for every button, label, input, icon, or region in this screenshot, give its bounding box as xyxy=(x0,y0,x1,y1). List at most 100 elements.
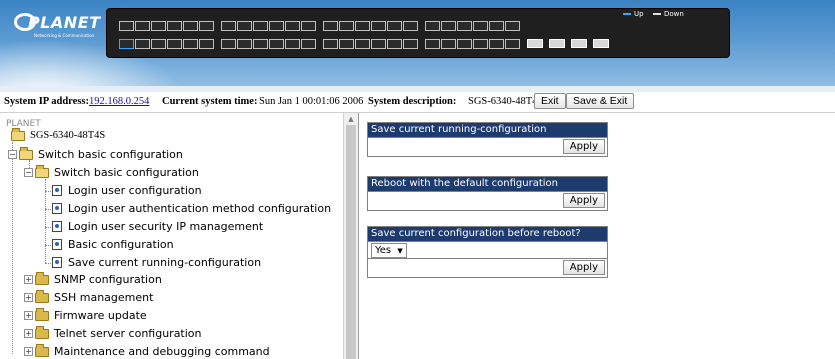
tree-item-snmp[interactable]: + SNMP configuration xyxy=(24,271,162,286)
tree-item-login-security-ip[interactable]: Login user security IP management xyxy=(52,220,263,233)
collapse-icon[interactable]: − xyxy=(8,150,17,159)
scroll-up-arrow-icon[interactable]: ▲ xyxy=(344,115,358,123)
tree-item-basic-configuration[interactable]: Basic configuration xyxy=(52,238,174,251)
sfp-port-51[interactable] xyxy=(571,39,587,48)
port-48[interactable] xyxy=(505,39,520,49)
tree-device-label: SGS-6340-48T4S xyxy=(30,130,106,141)
sfp-port-50[interactable] xyxy=(549,39,565,48)
tree-connector xyxy=(45,191,51,192)
port-17[interactable] xyxy=(253,21,268,31)
port-45[interactable] xyxy=(489,21,504,31)
apply-button[interactable]: Apply xyxy=(562,139,605,154)
logo-text: PLANET xyxy=(28,12,101,32)
port-7[interactable] xyxy=(167,21,182,31)
port-28[interactable] xyxy=(339,39,354,49)
port-20[interactable] xyxy=(269,39,284,49)
sfp-port-52[interactable] xyxy=(593,39,609,48)
port-18[interactable] xyxy=(253,39,268,49)
page-icon xyxy=(52,185,62,196)
port-27[interactable] xyxy=(339,21,354,31)
port-39[interactable] xyxy=(441,21,456,31)
tree-item-login-user-config[interactable]: Login user configuration xyxy=(52,184,202,197)
expand-icon[interactable]: + xyxy=(24,293,33,302)
port-12[interactable] xyxy=(199,39,214,49)
port-43[interactable] xyxy=(473,21,488,31)
port-4[interactable] xyxy=(135,39,150,49)
port-40[interactable] xyxy=(441,39,456,49)
port-24[interactable] xyxy=(301,39,316,49)
port-6[interactable] xyxy=(151,39,166,49)
port-30[interactable] xyxy=(355,39,370,49)
tree-item-firmware[interactable]: + Firmware update xyxy=(24,307,147,322)
port-26[interactable] xyxy=(323,39,338,49)
port-42[interactable] xyxy=(457,39,472,49)
tree-item-save-running-config[interactable]: Save current running-configuration xyxy=(52,256,261,269)
ip-address-link[interactable]: 192.168.0.254 xyxy=(89,96,149,107)
port-41[interactable] xyxy=(457,21,472,31)
expand-icon[interactable]: + xyxy=(24,347,33,356)
apply-button[interactable]: Apply xyxy=(562,260,605,275)
folder-open-icon xyxy=(11,127,25,141)
tree-device[interactable]: SGS-6340-48T4S xyxy=(11,127,106,141)
port-19[interactable] xyxy=(269,21,284,31)
port-9[interactable] xyxy=(183,21,198,31)
port-35[interactable] xyxy=(403,21,418,31)
tree-connector xyxy=(45,245,51,246)
exit-button[interactable]: Exit xyxy=(534,93,566,109)
sfp-port-49[interactable] xyxy=(527,39,543,48)
port-47[interactable] xyxy=(505,21,520,31)
port-11[interactable] xyxy=(199,21,214,31)
tree-item-label: Basic configuration xyxy=(68,238,174,251)
port-1[interactable] xyxy=(119,21,134,31)
port-29[interactable] xyxy=(355,21,370,31)
save-exit-button[interactable]: Save & Exit xyxy=(566,93,635,109)
port-46[interactable] xyxy=(489,39,504,49)
port-5[interactable] xyxy=(151,21,166,31)
port-8[interactable] xyxy=(167,39,182,49)
panel-title: Save current running-configuration xyxy=(368,123,607,137)
port-21[interactable] xyxy=(285,21,300,31)
collapse-icon[interactable]: − xyxy=(24,168,33,177)
port-25[interactable] xyxy=(323,21,338,31)
port-15[interactable] xyxy=(237,21,252,31)
dropdown-arrow-icon: ▼ xyxy=(397,247,403,255)
port-31[interactable] xyxy=(371,21,386,31)
port-38[interactable] xyxy=(425,39,440,49)
expand-icon[interactable]: + xyxy=(24,275,33,284)
tree-connector xyxy=(12,142,13,354)
apply-button[interactable]: Apply xyxy=(562,193,605,208)
port-44[interactable] xyxy=(473,39,488,49)
port-13[interactable] xyxy=(221,21,236,31)
tree-connector xyxy=(45,209,51,210)
tree-item-maintenance[interactable]: + Maintenance and debugging command xyxy=(24,343,270,358)
tree-item-switch-basic-config-sub[interactable]: − Switch basic configuration xyxy=(24,164,199,179)
expand-icon[interactable]: + xyxy=(24,311,33,320)
tree-item-login-auth-method[interactable]: Login user authentication method configu… xyxy=(52,202,331,215)
tree-item-switch-basic-config[interactable]: − Switch basic configuration xyxy=(8,146,183,161)
folder-icon xyxy=(35,307,49,321)
select-value: Yes xyxy=(375,245,392,256)
tree-scrollbar[interactable]: ▲ xyxy=(343,113,358,359)
page-icon xyxy=(52,257,62,268)
scroll-thumb[interactable] xyxy=(346,125,356,359)
port-34[interactable] xyxy=(387,39,402,49)
tree-item-label: SSH management xyxy=(54,291,154,304)
port-23[interactable] xyxy=(301,21,316,31)
port-22[interactable] xyxy=(285,39,300,49)
port-32[interactable] xyxy=(371,39,386,49)
port-33[interactable] xyxy=(387,21,402,31)
expand-icon[interactable]: + xyxy=(24,329,33,338)
port-14[interactable] xyxy=(221,39,236,49)
planet-logo: PLANET xyxy=(14,10,101,34)
save-before-reboot-select[interactable]: Yes ▼ xyxy=(371,243,407,258)
folder-icon xyxy=(35,289,49,303)
folder-icon xyxy=(35,343,49,357)
port-16[interactable] xyxy=(237,39,252,49)
tree-item-ssh[interactable]: + SSH management xyxy=(24,289,154,304)
port-3[interactable] xyxy=(135,21,150,31)
port-10[interactable] xyxy=(183,39,198,49)
port-2[interactable] xyxy=(119,39,134,49)
port-37[interactable] xyxy=(425,21,440,31)
port-36[interactable] xyxy=(403,39,418,49)
tree-item-telnet[interactable]: + Telnet server configuration xyxy=(24,325,202,340)
